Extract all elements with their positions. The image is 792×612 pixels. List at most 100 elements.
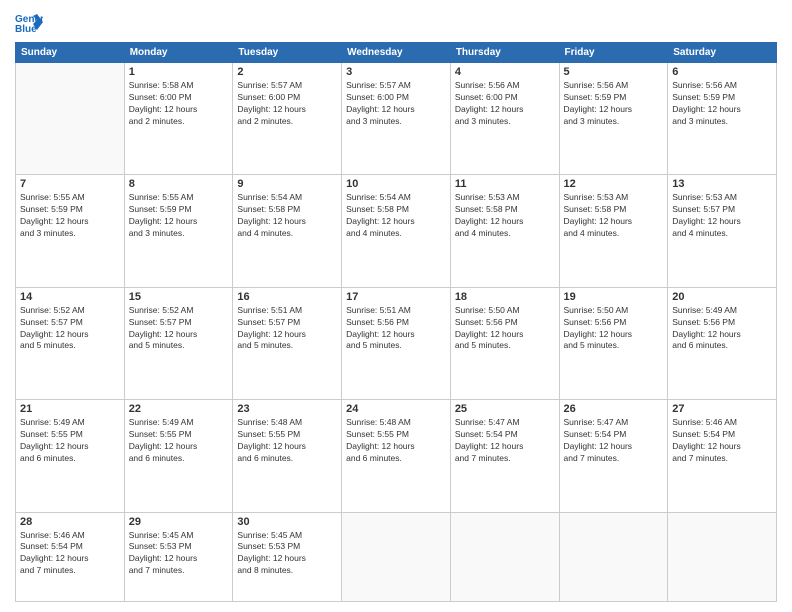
calendar-cell: 6 Sunrise: 5:56 AM Sunset: 5:59 PM Daylig… xyxy=(668,63,777,175)
day-number: 8 xyxy=(129,178,229,190)
col-header-sunday: Sunday xyxy=(16,43,125,63)
day-number: 5 xyxy=(564,66,664,78)
day-number: 12 xyxy=(564,178,664,190)
day-number: 22 xyxy=(129,403,229,415)
calendar-cell: 24 Sunrise: 5:48 AM Sunset: 5:55 PM Dayli… xyxy=(342,400,451,512)
day-info: Sunrise: 5:58 AM Sunset: 6:00 PM Dayligh… xyxy=(129,80,229,128)
day-number: 24 xyxy=(346,403,446,415)
day-info: Sunrise: 5:48 AM Sunset: 5:55 PM Dayligh… xyxy=(346,417,446,465)
col-header-wednesday: Wednesday xyxy=(342,43,451,63)
calendar-cell: 11 Sunrise: 5:53 AM Sunset: 5:58 PM Dayli… xyxy=(450,175,559,287)
day-info: Sunrise: 5:54 AM Sunset: 5:58 PM Dayligh… xyxy=(237,192,337,240)
day-number: 13 xyxy=(672,178,772,190)
calendar-cell: 13 Sunrise: 5:53 AM Sunset: 5:57 PM Dayli… xyxy=(668,175,777,287)
day-number: 14 xyxy=(20,291,120,303)
day-number: 2 xyxy=(237,66,337,78)
logo-icon: General Blue xyxy=(15,10,43,34)
calendar-cell: 26 Sunrise: 5:47 AM Sunset: 5:54 PM Dayli… xyxy=(559,400,668,512)
day-info: Sunrise: 5:49 AM Sunset: 5:56 PM Dayligh… xyxy=(672,305,772,353)
day-info: Sunrise: 5:49 AM Sunset: 5:55 PM Dayligh… xyxy=(129,417,229,465)
day-number: 10 xyxy=(346,178,446,190)
calendar-cell: 30 Sunrise: 5:45 AM Sunset: 5:53 PM Dayli… xyxy=(233,512,342,601)
day-number: 20 xyxy=(672,291,772,303)
day-number: 29 xyxy=(129,516,229,528)
page: General Blue SundayMondayTuesdayWednesda… xyxy=(0,0,792,612)
day-number: 21 xyxy=(20,403,120,415)
calendar-cell xyxy=(668,512,777,601)
day-info: Sunrise: 5:45 AM Sunset: 5:53 PM Dayligh… xyxy=(237,530,337,578)
calendar-table: SundayMondayTuesdayWednesdayThursdayFrid… xyxy=(15,42,777,602)
calendar-cell: 16 Sunrise: 5:51 AM Sunset: 5:57 PM Dayli… xyxy=(233,287,342,399)
calendar-cell: 14Sunrise: 5:52 AM Sunset: 5:57 PM Dayli… xyxy=(16,287,125,399)
day-info: Sunrise: 5:45 AM Sunset: 5:53 PM Dayligh… xyxy=(129,530,229,578)
day-number: 1 xyxy=(129,66,229,78)
calendar-cell: 25 Sunrise: 5:47 AM Sunset: 5:54 PM Dayli… xyxy=(450,400,559,512)
col-header-saturday: Saturday xyxy=(668,43,777,63)
calendar-cell xyxy=(16,63,125,175)
day-info: Sunrise: 5:53 AM Sunset: 5:58 PM Dayligh… xyxy=(455,192,555,240)
day-info: Sunrise: 5:55 AM Sunset: 5:59 PM Dayligh… xyxy=(20,192,120,240)
calendar-cell: 21 Sunrise: 5:49 AM Sunset: 5:55 PM Dayli… xyxy=(16,400,125,512)
day-number: 17 xyxy=(346,291,446,303)
day-info: Sunrise: 5:50 AM Sunset: 5:56 PM Dayligh… xyxy=(564,305,664,353)
calendar-cell: 19 Sunrise: 5:50 AM Sunset: 5:56 PM Dayli… xyxy=(559,287,668,399)
calendar-cell xyxy=(559,512,668,601)
calendar-cell: 18 Sunrise: 5:50 AM Sunset: 5:56 PM Dayli… xyxy=(450,287,559,399)
day-number: 6 xyxy=(672,66,772,78)
day-info: Sunrise: 5:56 AM Sunset: 5:59 PM Dayligh… xyxy=(672,80,772,128)
calendar-cell: 22 Sunrise: 5:49 AM Sunset: 5:55 PM Dayli… xyxy=(124,400,233,512)
day-info: Sunrise: 5:51 AM Sunset: 5:57 PM Dayligh… xyxy=(237,305,337,353)
calendar-cell: 12 Sunrise: 5:53 AM Sunset: 5:58 PM Dayli… xyxy=(559,175,668,287)
col-header-friday: Friday xyxy=(559,43,668,63)
calendar-cell: 5Sunrise: 5:56 AM Sunset: 5:59 PM Daylig… xyxy=(559,63,668,175)
col-header-thursday: Thursday xyxy=(450,43,559,63)
calendar-cell: 17 Sunrise: 5:51 AM Sunset: 5:56 PM Dayli… xyxy=(342,287,451,399)
day-info: Sunrise: 5:56 AM Sunset: 6:00 PM Dayligh… xyxy=(455,80,555,128)
calendar-cell: 27 Sunrise: 5:46 AM Sunset: 5:54 PM Dayli… xyxy=(668,400,777,512)
day-info: Sunrise: 5:48 AM Sunset: 5:55 PM Dayligh… xyxy=(237,417,337,465)
calendar-cell xyxy=(450,512,559,601)
day-number: 3 xyxy=(346,66,446,78)
svg-text:Blue: Blue xyxy=(15,24,37,34)
day-number: 11 xyxy=(455,178,555,190)
day-info: Sunrise: 5:47 AM Sunset: 5:54 PM Dayligh… xyxy=(564,417,664,465)
day-info: Sunrise: 5:46 AM Sunset: 5:54 PM Dayligh… xyxy=(20,530,120,578)
day-number: 7 xyxy=(20,178,120,190)
calendar-cell: 3 Sunrise: 5:57 AM Sunset: 6:00 PM Daylig… xyxy=(342,63,451,175)
calendar-cell: 28 Sunrise: 5:46 AM Sunset: 5:54 PM Dayli… xyxy=(16,512,125,601)
calendar-cell: 20 Sunrise: 5:49 AM Sunset: 5:56 PM Dayli… xyxy=(668,287,777,399)
day-info: Sunrise: 5:50 AM Sunset: 5:56 PM Dayligh… xyxy=(455,305,555,353)
calendar-cell: 1 Sunrise: 5:58 AM Sunset: 6:00 PM Daylig… xyxy=(124,63,233,175)
day-info: Sunrise: 5:52 AM Sunset: 5:57 PM Dayligh… xyxy=(129,305,229,353)
header: General Blue xyxy=(15,10,777,34)
col-header-tuesday: Tuesday xyxy=(233,43,342,63)
day-number: 27 xyxy=(672,403,772,415)
day-info: Sunrise: 5:57 AM Sunset: 6:00 PM Dayligh… xyxy=(237,80,337,128)
day-number: 23 xyxy=(237,403,337,415)
day-number: 19 xyxy=(564,291,664,303)
calendar-cell xyxy=(342,512,451,601)
day-number: 15 xyxy=(129,291,229,303)
day-info: Sunrise: 5:51 AM Sunset: 5:56 PM Dayligh… xyxy=(346,305,446,353)
calendar-cell: 7 Sunrise: 5:55 AM Sunset: 5:59 PM Daylig… xyxy=(16,175,125,287)
day-number: 30 xyxy=(237,516,337,528)
calendar-cell: 23 Sunrise: 5:48 AM Sunset: 5:55 PM Dayli… xyxy=(233,400,342,512)
day-number: 26 xyxy=(564,403,664,415)
day-number: 18 xyxy=(455,291,555,303)
calendar-cell: 9Sunrise: 5:54 AM Sunset: 5:58 PM Daylig… xyxy=(233,175,342,287)
day-info: Sunrise: 5:46 AM Sunset: 5:54 PM Dayligh… xyxy=(672,417,772,465)
calendar-cell: 2 Sunrise: 5:57 AM Sunset: 6:00 PM Daylig… xyxy=(233,63,342,175)
calendar-cell: 15 Sunrise: 5:52 AM Sunset: 5:57 PM Dayli… xyxy=(124,287,233,399)
calendar-cell: 29 Sunrise: 5:45 AM Sunset: 5:53 PM Dayli… xyxy=(124,512,233,601)
logo: General Blue xyxy=(15,10,47,34)
calendar-cell: 8Sunrise: 5:55 AM Sunset: 5:59 PM Daylig… xyxy=(124,175,233,287)
day-info: Sunrise: 5:57 AM Sunset: 6:00 PM Dayligh… xyxy=(346,80,446,128)
day-info: Sunrise: 5:47 AM Sunset: 5:54 PM Dayligh… xyxy=(455,417,555,465)
day-number: 28 xyxy=(20,516,120,528)
col-header-monday: Monday xyxy=(124,43,233,63)
day-number: 25 xyxy=(455,403,555,415)
day-number: 16 xyxy=(237,291,337,303)
day-info: Sunrise: 5:53 AM Sunset: 5:57 PM Dayligh… xyxy=(672,192,772,240)
day-info: Sunrise: 5:53 AM Sunset: 5:58 PM Dayligh… xyxy=(564,192,664,240)
day-info: Sunrise: 5:49 AM Sunset: 5:55 PM Dayligh… xyxy=(20,417,120,465)
